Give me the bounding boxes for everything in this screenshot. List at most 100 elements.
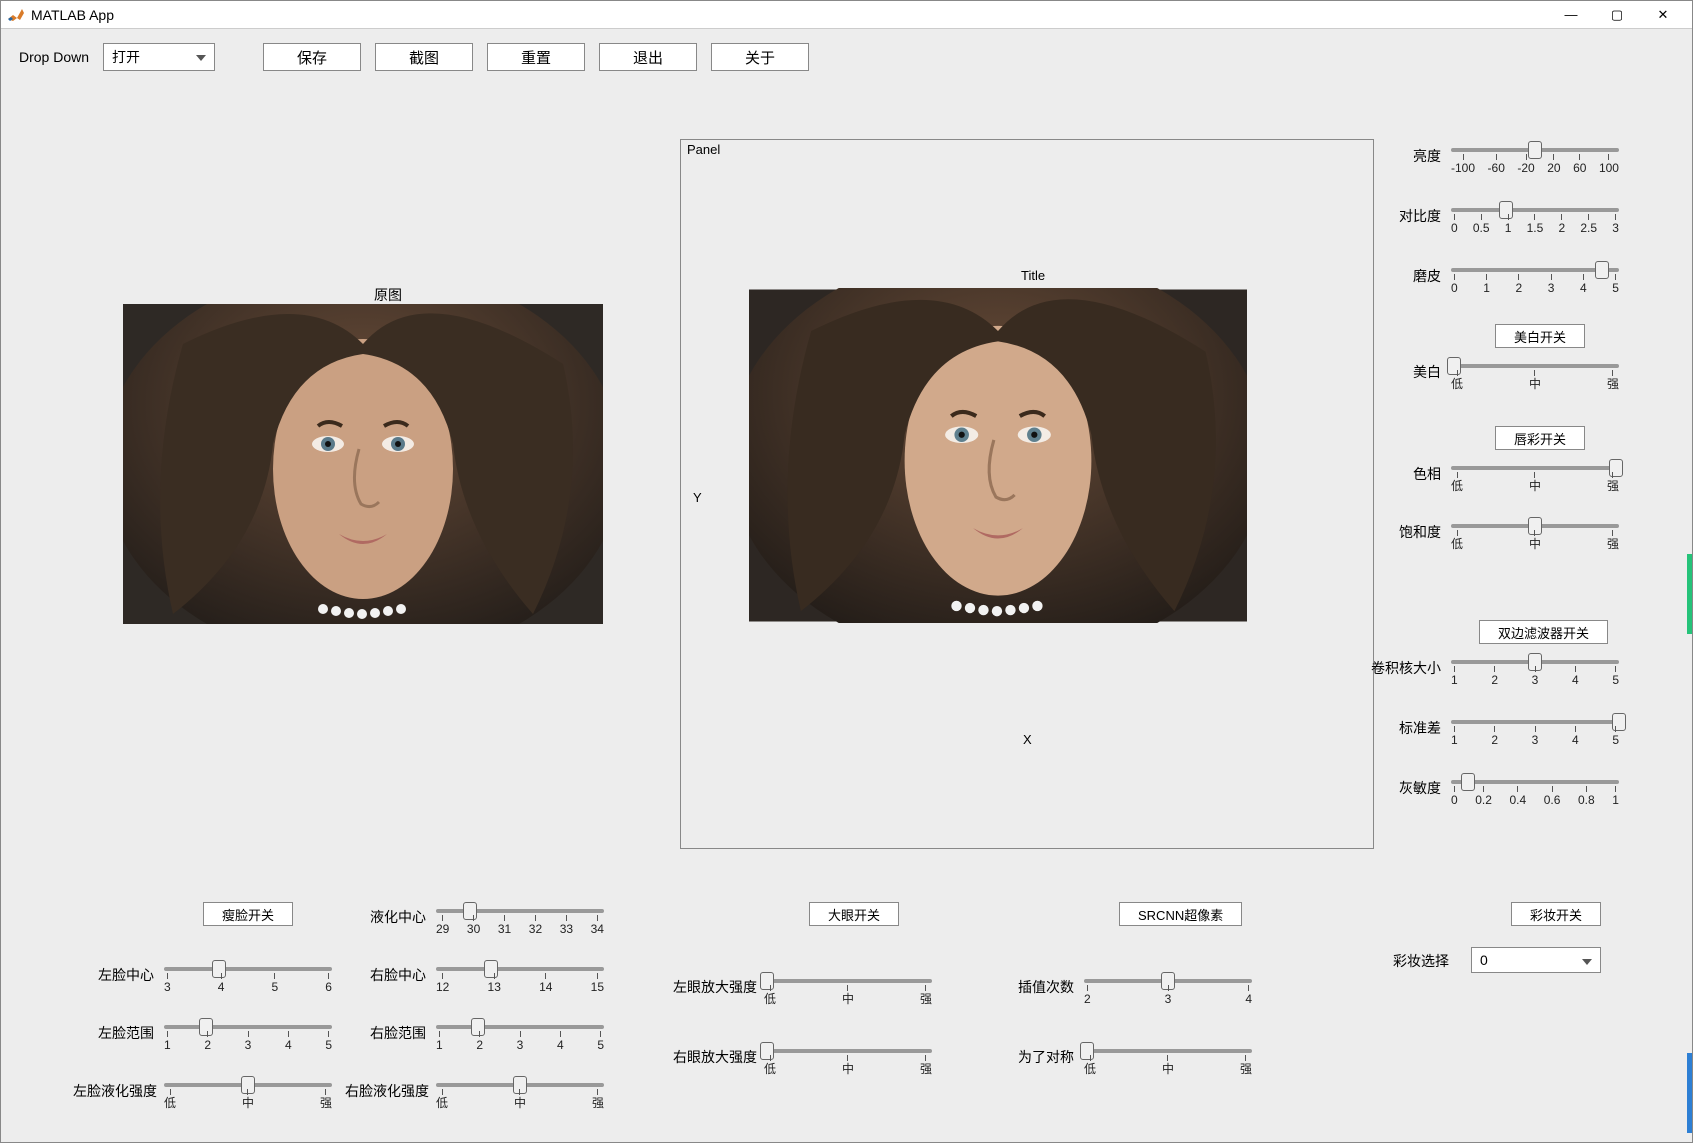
slider-thumb[interactable] bbox=[1595, 261, 1609, 279]
tick: 3 bbox=[1532, 666, 1539, 686]
tick: 0 bbox=[1451, 214, 1458, 234]
srcnn-button[interactable]: SRCNN超像素 bbox=[1119, 902, 1242, 926]
slider-ticks: 3456 bbox=[164, 973, 332, 993]
tick: 强 bbox=[920, 985, 932, 1005]
tick: 3 bbox=[1532, 726, 1539, 746]
tick: 29 bbox=[436, 915, 449, 935]
slider-ticks: 12345 bbox=[1451, 666, 1619, 686]
bilateral-button[interactable]: 双边滤波器开关 bbox=[1479, 620, 1608, 644]
window-title: MATLAB App bbox=[31, 7, 1548, 23]
slider-track[interactable] bbox=[436, 1083, 604, 1087]
slider-右脸中心: 右脸中心12131415 bbox=[361, 963, 604, 993]
tick: 60 bbox=[1573, 154, 1586, 174]
tick: 0.4 bbox=[1510, 786, 1527, 806]
dropdown-label: Drop Down bbox=[19, 49, 89, 65]
slider-磨皮: 磨皮012345 bbox=[1386, 264, 1619, 294]
tick: 中 bbox=[1529, 530, 1541, 550]
slider-track[interactable] bbox=[1451, 780, 1619, 784]
tick: 中 bbox=[1162, 1055, 1174, 1075]
slider-ticks: 低中强 bbox=[1451, 530, 1619, 550]
tick: 4 bbox=[218, 973, 225, 993]
tick: 中 bbox=[242, 1089, 254, 1109]
slider-track[interactable] bbox=[1084, 979, 1252, 983]
slider-track[interactable] bbox=[1451, 208, 1619, 212]
result-panel: Panel Title Y X bbox=[680, 139, 1374, 849]
tick: 0.5 bbox=[1473, 214, 1490, 234]
original-image bbox=[123, 304, 603, 624]
slider-track[interactable] bbox=[1451, 660, 1619, 664]
slider-label: 对比度 bbox=[1386, 204, 1451, 226]
slider-亮度: 亮度-100-60-202060100 bbox=[1386, 144, 1619, 174]
tick: 100 bbox=[1599, 154, 1619, 174]
tick: 6 bbox=[325, 973, 332, 993]
slider-track[interactable] bbox=[1084, 1049, 1252, 1053]
slider-track[interactable] bbox=[1451, 466, 1619, 470]
tick: 2 bbox=[1516, 274, 1523, 294]
tick: 31 bbox=[498, 915, 511, 935]
slider-track[interactable] bbox=[1451, 148, 1619, 152]
slider-ticks: 低中强 bbox=[164, 1089, 332, 1109]
slider-色相: 色相低中强 bbox=[1386, 462, 1619, 492]
tick: 强 bbox=[920, 1055, 932, 1075]
slider-为了对称: 为了对称低中强 bbox=[1009, 1045, 1252, 1075]
slider-track[interactable] bbox=[164, 1083, 332, 1087]
slider-track[interactable] bbox=[1451, 268, 1619, 272]
reset-button[interactable]: 重置 bbox=[487, 43, 585, 71]
minimize-button[interactable]: — bbox=[1548, 1, 1594, 29]
tick: 低 bbox=[1084, 1055, 1096, 1075]
slider-track[interactable] bbox=[164, 967, 332, 971]
close-button[interactable]: ✕ bbox=[1640, 1, 1686, 29]
slider-label: 液化中心 bbox=[361, 905, 436, 927]
about-button[interactable]: 关于 bbox=[711, 43, 809, 71]
whiten-button[interactable]: 美白开关 bbox=[1495, 324, 1585, 348]
open-dropdown[interactable]: 打开 bbox=[103, 43, 215, 71]
tick: 2 bbox=[1491, 726, 1498, 746]
slider-track[interactable] bbox=[764, 979, 932, 983]
tick: 34 bbox=[591, 915, 604, 935]
slider-track[interactable] bbox=[436, 1025, 604, 1029]
slider-track[interactable] bbox=[436, 909, 604, 913]
slider-track[interactable] bbox=[1451, 720, 1619, 724]
tick: 30 bbox=[467, 915, 480, 935]
tick: 中 bbox=[514, 1089, 526, 1109]
top-toolbar: Drop Down 打开 保存 截图 重置 退出 关于 bbox=[19, 43, 809, 71]
slider-track[interactable] bbox=[1451, 524, 1619, 528]
tick: 强 bbox=[1607, 472, 1619, 492]
tick: 12 bbox=[436, 973, 449, 993]
tick: 4 bbox=[1580, 274, 1587, 294]
slider-label: 右脸范围 bbox=[361, 1021, 436, 1043]
lipcolor-button[interactable]: 唇彩开关 bbox=[1495, 426, 1585, 450]
slider-label: 右眼放大强度 bbox=[673, 1045, 764, 1067]
slider-track[interactable] bbox=[164, 1025, 332, 1029]
slider-label: 卷积核大小 bbox=[1368, 656, 1451, 678]
screenshot-button[interactable]: 截图 bbox=[375, 43, 473, 71]
makeup-value: 0 bbox=[1480, 952, 1488, 968]
makeup-label: 彩妆选择 bbox=[1393, 951, 1449, 971]
maximize-button[interactable]: ▢ bbox=[1594, 1, 1640, 29]
faceslim-button[interactable]: 瘦脸开关 bbox=[203, 902, 293, 926]
slider-label: 色相 bbox=[1386, 462, 1451, 484]
slider-label: 饱和度 bbox=[1386, 520, 1451, 542]
slider-track[interactable] bbox=[1451, 364, 1619, 368]
exit-button[interactable]: 退出 bbox=[599, 43, 697, 71]
slider-插值次数: 插值次数234 bbox=[1009, 975, 1252, 1005]
tick: 4 bbox=[1572, 726, 1579, 746]
slider-label: 标准差 bbox=[1386, 716, 1451, 738]
makeup-button[interactable]: 彩妆开关 bbox=[1511, 902, 1601, 926]
tick: 中 bbox=[842, 1055, 854, 1075]
slider-ticks: 低中强 bbox=[1451, 370, 1619, 390]
tick: 强 bbox=[1607, 530, 1619, 550]
slider-thumb[interactable] bbox=[1461, 773, 1475, 791]
x-axis-label: X bbox=[1023, 732, 1032, 747]
slider-左脸液化强度: 左脸液化强度低中强 bbox=[73, 1079, 332, 1109]
slider-液化中心: 液化中心293031323334 bbox=[361, 905, 604, 935]
slider-track[interactable] bbox=[764, 1049, 932, 1053]
slider-track[interactable] bbox=[436, 967, 604, 971]
tick: 2.5 bbox=[1580, 214, 1597, 234]
makeup-dropdown[interactable]: 0 bbox=[1471, 947, 1601, 973]
slider-ticks: 低中强 bbox=[764, 985, 932, 1005]
tick: 5 bbox=[597, 1031, 604, 1051]
tick: 5 bbox=[272, 973, 279, 993]
bigeye-button[interactable]: 大眼开关 bbox=[809, 902, 899, 926]
save-button[interactable]: 保存 bbox=[263, 43, 361, 71]
